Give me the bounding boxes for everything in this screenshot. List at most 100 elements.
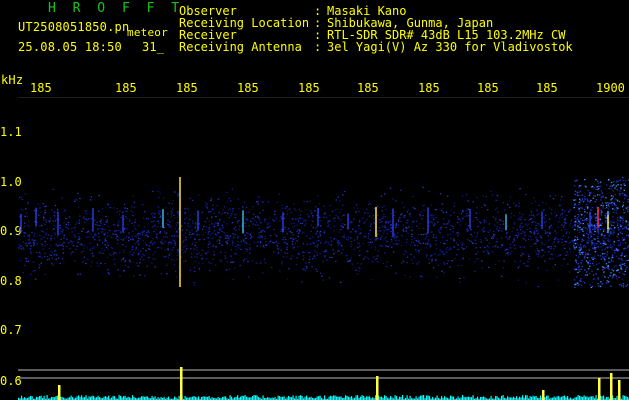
noise-pixel	[249, 233, 252, 235]
noise-pixel	[132, 239, 134, 241]
noise-pixel	[140, 250, 142, 252]
noise-pixel	[232, 233, 234, 235]
noise-pixel	[205, 253, 207, 255]
noise-pixel	[84, 221, 86, 223]
noise-pixel	[276, 245, 279, 247]
noise-pixel	[258, 227, 261, 229]
noise-pixel	[600, 204, 602, 206]
noise-pixel	[118, 220, 120, 223]
noise-pixel	[519, 226, 521, 228]
noise-pixel	[626, 266, 628, 268]
noise-pixel	[207, 251, 209, 253]
noise-pixel	[20, 208, 22, 210]
noise-pixel	[207, 237, 209, 239]
histogram-bar	[601, 396, 603, 400]
noise-pixel	[401, 262, 403, 264]
noise-pixel	[441, 203, 443, 205]
noise-pixel	[143, 255, 146, 257]
noise-pixel	[604, 235, 606, 237]
noise-pixel	[294, 243, 297, 245]
histogram-bar	[168, 396, 170, 400]
noise-pixel	[533, 232, 536, 234]
noise-pixel	[334, 251, 337, 253]
noise-pixel	[574, 225, 577, 227]
noise-pixel	[618, 200, 621, 203]
noise-pixel	[488, 242, 491, 244]
noise-pixel	[375, 258, 378, 260]
noise-pixel	[413, 256, 415, 258]
noise-pixel	[383, 205, 385, 207]
noise-pixel	[312, 216, 314, 218]
noise-pixel	[608, 246, 610, 248]
noise-pixel	[466, 228, 468, 230]
noise-pixel	[248, 243, 251, 246]
noise-pixel	[579, 200, 582, 202]
histogram-bar	[306, 395, 308, 400]
noise-pixel	[274, 233, 277, 236]
noise-pixel	[230, 255, 232, 257]
noise-pixel	[54, 220, 57, 222]
noise-pixel	[192, 222, 194, 224]
noise-pixel	[69, 248, 71, 250]
noise-pixel	[269, 222, 272, 224]
histogram-bar	[223, 396, 225, 400]
noise-pixel	[18, 196, 21, 198]
noise-pixel	[440, 251, 442, 253]
noise-pixel	[286, 248, 288, 250]
noise-pixel	[76, 245, 78, 247]
noise-pixel	[621, 237, 624, 239]
noise-pixel	[608, 206, 610, 208]
noise-pixel	[202, 263, 204, 265]
noise-band	[18, 177, 629, 289]
noise-pixel	[602, 274, 604, 276]
noise-pixel	[600, 209, 602, 211]
noise-pixel	[591, 257, 593, 259]
noise-pixel	[378, 227, 380, 229]
noise-pixel	[115, 233, 118, 236]
noise-pixel	[218, 259, 221, 261]
noise-pixel	[627, 201, 629, 203]
noise-pixel	[51, 251, 53, 253]
noise-pixel	[223, 232, 225, 234]
noise-pixel	[576, 218, 578, 220]
noise-pixel	[84, 210, 86, 212]
noise-pixel	[573, 207, 575, 209]
noise-pixel	[490, 190, 492, 192]
noise-pixel	[182, 241, 184, 243]
noise-pixel	[568, 236, 570, 238]
noise-pixel	[166, 222, 168, 224]
noise-pixel	[55, 243, 57, 245]
noise-pixel	[502, 228, 504, 230]
histogram-peak	[542, 390, 545, 400]
noise-pixel	[467, 225, 470, 227]
noise-pixel	[575, 254, 577, 256]
noise-pixel	[459, 277, 461, 279]
noise-pixel	[423, 233, 425, 235]
noise-pixel	[396, 236, 398, 238]
noise-pixel	[190, 253, 193, 255]
noise-pixel	[324, 255, 326, 258]
noise-pixel	[560, 199, 562, 201]
noise-pixel	[415, 220, 418, 222]
noise-pixel	[618, 219, 620, 221]
noise-pixel	[574, 199, 577, 201]
noise-pixel	[310, 210, 312, 212]
noise-pixel	[565, 254, 567, 256]
noise-pixel	[587, 218, 589, 221]
noise-pixel	[416, 263, 418, 265]
noise-pixel	[390, 227, 392, 229]
noise-pixel	[416, 240, 418, 242]
noise-pixel	[76, 199, 78, 201]
noise-pixel	[78, 220, 81, 222]
noise-pixel	[398, 239, 400, 241]
brand-title: H R O F F T	[48, 1, 184, 16]
noise-pixel	[592, 215, 595, 217]
noise-pixel	[119, 251, 121, 254]
noise-pixel	[590, 235, 593, 238]
noise-pixel	[619, 220, 621, 222]
noise-pixel	[613, 241, 615, 243]
noise-pixel	[115, 237, 117, 240]
noise-pixel	[442, 211, 444, 213]
noise-pixel	[373, 256, 375, 258]
noise-pixel	[211, 232, 214, 234]
